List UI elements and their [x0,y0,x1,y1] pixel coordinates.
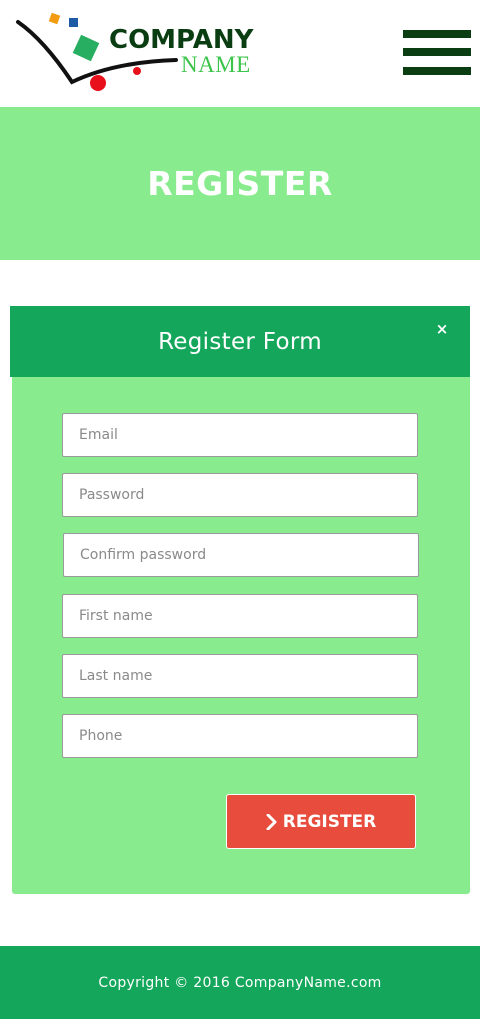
password-field[interactable] [62,473,418,517]
copyright-text: Copyright © 2016 CompanyName.com [98,974,382,991]
confirm-password-field[interactable] [63,533,419,577]
register-button[interactable]: REGISTER [226,794,416,849]
logo-name-text: NAME [181,52,251,77]
hamburger-bar [403,30,471,38]
site-header: COMPANY NAME [0,0,480,107]
company-logo[interactable]: COMPANY NAME [14,10,264,96]
hamburger-bar [403,48,471,56]
last-name-field[interactable] [62,654,418,698]
close-icon[interactable]: × [434,321,450,337]
register-form-header: Register Form × [10,306,470,377]
register-button-label: REGISTER [282,811,377,832]
first-name-field[interactable] [62,594,418,638]
hamburger-bar [403,67,471,75]
hamburger-icon[interactable] [403,30,471,76]
page-banner: REGISTER [0,107,480,260]
site-footer: Copyright © 2016 CompanyName.com [0,946,480,1019]
phone-field[interactable] [62,714,418,758]
chevron-right-icon [266,813,277,830]
email-field[interactable] [62,413,418,457]
page-title: REGISTER [147,164,333,203]
register-form-title: Register Form [158,328,322,355]
